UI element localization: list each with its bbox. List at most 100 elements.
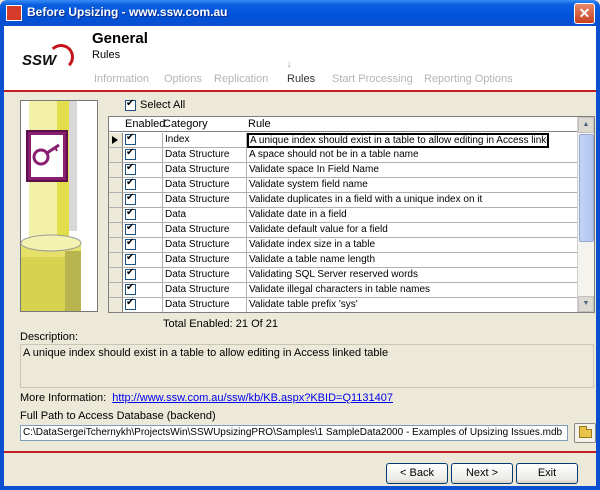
- row-selector[interactable]: [109, 133, 123, 148]
- enabled-cell[interactable]: [123, 133, 163, 148]
- scroll-down-icon[interactable]: ▼: [578, 296, 594, 312]
- enabled-checkbox[interactable]: [125, 133, 136, 145]
- rule-cell[interactable]: Validate duplicates in a field with a un…: [247, 193, 579, 208]
- enabled-checkbox[interactable]: [125, 268, 136, 280]
- rule-cell[interactable]: Validate illegal characters in table nam…: [247, 283, 579, 298]
- row-selector[interactable]: [109, 163, 123, 178]
- enabled-checkbox[interactable]: [125, 178, 136, 190]
- table-row[interactable]: Data StructureValidate space In Field Na…: [109, 163, 579, 178]
- category-cell[interactable]: Data Structure: [163, 298, 247, 312]
- database-path-input[interactable]: C:\DataSergeiTchernykh\ProjectsWin\SSWUp…: [20, 425, 568, 441]
- table-row[interactable]: Data StructureA space should not be in a…: [109, 148, 579, 163]
- category-cell[interactable]: Data: [163, 208, 247, 223]
- select-all-checkbox[interactable]: Select All: [125, 98, 185, 113]
- row-selector[interactable]: [109, 298, 123, 312]
- rule-cell[interactable]: Validating SQL Server reserved words: [247, 268, 579, 283]
- category-cell[interactable]: Data Structure: [163, 268, 247, 283]
- table-row[interactable]: Data StructureValidate system field name: [109, 178, 579, 193]
- title-bar[interactable]: Before Upsizing - www.ssw.com.au ✕: [0, 0, 600, 26]
- grid-vertical-scrollbar[interactable]: ▲ ▼: [577, 117, 594, 312]
- close-button[interactable]: ✕: [574, 3, 595, 24]
- scroll-thumb[interactable]: [579, 134, 594, 242]
- enabled-checkbox[interactable]: [125, 163, 136, 175]
- rule-cell[interactable]: Validate index size in a table: [247, 238, 579, 253]
- enabled-checkbox[interactable]: [125, 238, 136, 250]
- row-selector[interactable]: [109, 178, 123, 193]
- scroll-up-icon[interactable]: ▲: [578, 117, 594, 133]
- column-header-category[interactable]: Category: [163, 118, 208, 130]
- window-frame-right: [596, 26, 600, 490]
- enabled-cell[interactable]: [123, 223, 163, 238]
- rule-cell[interactable]: Validate system field name: [247, 178, 579, 193]
- enabled-cell[interactable]: [123, 178, 163, 193]
- enabled-checkbox[interactable]: [125, 223, 136, 235]
- enabled-checkbox[interactable]: [125, 298, 136, 310]
- category-cell[interactable]: Data Structure: [163, 253, 247, 268]
- current-row-pointer-icon: [112, 136, 118, 144]
- step-options: Options: [164, 73, 202, 85]
- rules-grid[interactable]: Enabled Category Rule IndexA unique inde…: [108, 116, 595, 313]
- enabled-cell[interactable]: [123, 163, 163, 178]
- rule-cell[interactable]: A space should not be in a table name: [247, 148, 579, 163]
- row-selector[interactable]: [109, 223, 123, 238]
- enabled-cell[interactable]: [123, 283, 163, 298]
- table-row[interactable]: Data StructureValidate index size in a t…: [109, 238, 579, 253]
- rule-cell[interactable]: Validate table prefix 'sys': [247, 298, 579, 312]
- enabled-cell[interactable]: [123, 208, 163, 223]
- window-title: Before Upsizing - www.ssw.com.au: [27, 5, 228, 19]
- category-cell[interactable]: Data Structure: [163, 238, 247, 253]
- footer-divider: [4, 451, 596, 453]
- table-row[interactable]: Data StructureValidating SQL Server rese…: [109, 268, 579, 283]
- column-header-enabled[interactable]: Enabled: [125, 118, 165, 130]
- enabled-checkbox[interactable]: [125, 283, 136, 295]
- row-selector[interactable]: [109, 283, 123, 298]
- enabled-cell[interactable]: [123, 193, 163, 208]
- rule-cell[interactable]: Validate space In Field Name: [247, 163, 579, 178]
- category-cell[interactable]: Data Structure: [163, 283, 247, 298]
- exit-button[interactable]: Exit: [516, 463, 578, 484]
- row-selector[interactable]: [109, 208, 123, 223]
- total-enabled-value: 21 Of 21: [235, 318, 278, 330]
- enabled-cell[interactable]: [123, 148, 163, 163]
- next-button[interactable]: Next >: [451, 463, 513, 484]
- page-title: General: [92, 30, 148, 47]
- enabled-cell[interactable]: [123, 238, 163, 253]
- row-selector[interactable]: [109, 238, 123, 253]
- category-cell[interactable]: Index: [163, 133, 247, 148]
- table-row[interactable]: Data StructureValidate table prefix 'sys…: [109, 298, 579, 312]
- table-row[interactable]: Data StructureValidate duplicates in a f…: [109, 193, 579, 208]
- back-button[interactable]: < Back: [386, 463, 448, 484]
- access-key-icon: [21, 101, 97, 311]
- row-selector[interactable]: [109, 253, 123, 268]
- table-row[interactable]: Data StructureValidate default value for…: [109, 223, 579, 238]
- table-row[interactable]: IndexA unique index should exist in a ta…: [109, 133, 579, 148]
- enabled-cell[interactable]: [123, 298, 163, 312]
- select-all-check-icon[interactable]: [125, 98, 136, 111]
- table-row[interactable]: Data StructureValidate illegal character…: [109, 283, 579, 298]
- rule-cell[interactable]: Validate default value for a field: [247, 223, 579, 238]
- enabled-cell[interactable]: [123, 268, 163, 283]
- database-path-label: Full Path to Access Database (backend): [20, 410, 216, 422]
- enabled-checkbox[interactable]: [125, 208, 136, 220]
- category-cell[interactable]: Data Structure: [163, 223, 247, 238]
- category-cell[interactable]: Data Structure: [163, 148, 247, 163]
- table-row[interactable]: Data StructureValidate a table name leng…: [109, 253, 579, 268]
- enabled-cell[interactable]: [123, 253, 163, 268]
- enabled-checkbox[interactable]: [125, 253, 136, 265]
- step-reporting-options: Reporting Options: [424, 73, 513, 85]
- enabled-checkbox[interactable]: [125, 148, 136, 160]
- more-information-link[interactable]: http://www.ssw.com.au/ssw/kb/KB.aspx?KBI…: [112, 392, 393, 404]
- row-selector[interactable]: [109, 193, 123, 208]
- category-cell[interactable]: Data Structure: [163, 163, 247, 178]
- column-header-rule[interactable]: Rule: [248, 118, 271, 130]
- row-selector[interactable]: [109, 148, 123, 163]
- rule-cell[interactable]: Validate a table name length: [247, 253, 579, 268]
- category-cell[interactable]: Data Structure: [163, 193, 247, 208]
- row-selector[interactable]: [109, 268, 123, 283]
- enabled-checkbox[interactable]: [125, 193, 136, 205]
- rule-cell[interactable]: Validate date in a field: [247, 208, 579, 223]
- table-row[interactable]: DataValidate date in a field: [109, 208, 579, 223]
- category-cell[interactable]: Data Structure: [163, 178, 247, 193]
- rule-cell[interactable]: A unique index should exist in a table t…: [247, 133, 549, 148]
- browse-folder-button[interactable]: [574, 423, 596, 443]
